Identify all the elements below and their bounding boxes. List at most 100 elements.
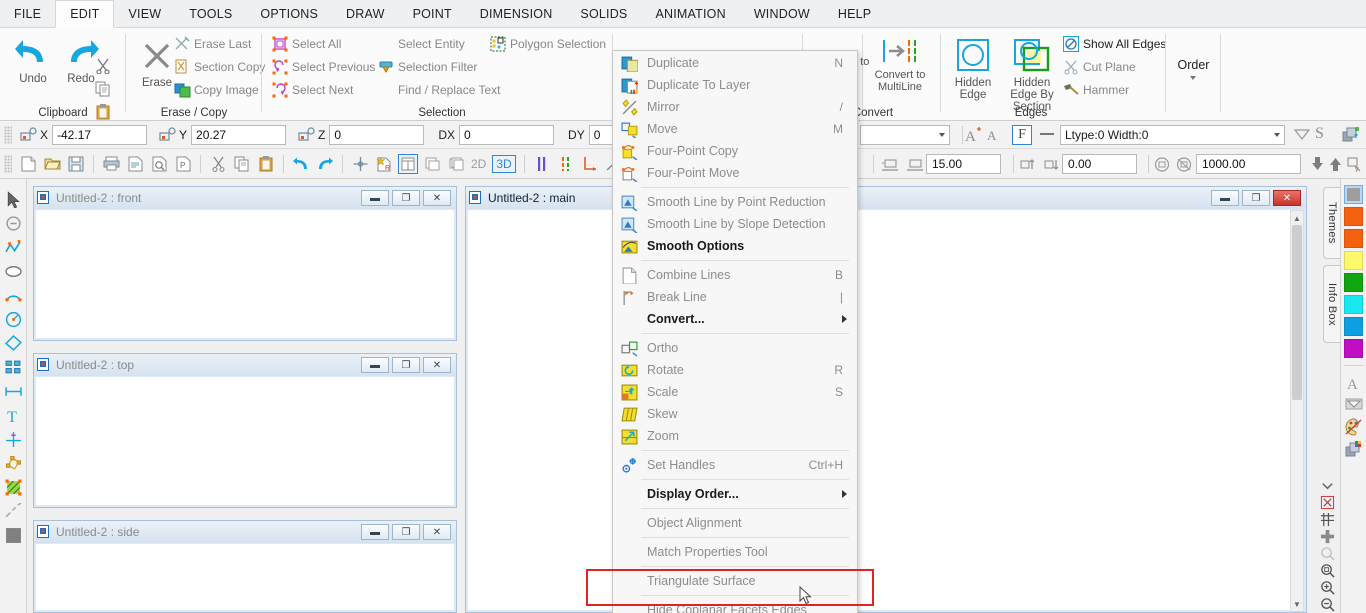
mdi-window-main[interactable]: Untitled-2 : main ▬ ❐ ✕ ▲ ▼ — [465, 186, 1307, 613]
cut-button[interactable] — [95, 58, 111, 77]
menu-item-file[interactable]: FILE — [0, 0, 55, 27]
view-tool-close-x[interactable] — [1316, 494, 1338, 511]
restore-button[interactable]: ❐ — [392, 524, 420, 540]
anchor-icon[interactable] — [20, 126, 38, 143]
font-grow-button[interactable]: A — [964, 126, 982, 147]
snap-S-icon[interactable]: S — [1315, 125, 1324, 143]
coord-input-y[interactable]: 20.27 — [191, 124, 287, 145]
menu-item-four-point-move[interactable]: Four-Point Move — [613, 162, 857, 184]
color-swatch-6[interactable] — [1344, 317, 1363, 336]
dashed-button[interactable] — [556, 154, 576, 174]
menu-item-duplicate-to-layer[interactable]: Duplicate To Layer — [613, 74, 857, 96]
line-style-icon[interactable] — [1040, 133, 1054, 135]
find-replace-text-button[interactable]: Find / Replace Text — [378, 82, 501, 98]
menu-item-smooth-line-by-point-reduction[interactable]: Smooth Line by Point Reduction — [613, 191, 857, 213]
hammer-button[interactable]: Hammer — [1063, 82, 1129, 98]
palette-tool-text-A[interactable]: A — [1344, 372, 1364, 394]
palette-tool-palette[interactable] — [1344, 416, 1364, 438]
tool-diamond[interactable] — [2, 331, 24, 355]
mdi-titlebar[interactable]: Untitled-2 : main ▬ ❐ ✕ — [466, 187, 1306, 209]
section-copy-button[interactable]: Section Copy — [174, 59, 265, 75]
menu-item-duplicate[interactable]: Duplicate N — [613, 52, 857, 74]
copy-button[interactable] — [232, 154, 252, 174]
coord-input-x[interactable]: -42.17 — [52, 124, 148, 145]
tool-arrow-select[interactable] — [2, 187, 24, 211]
minimize-button[interactable]: ▬ — [361, 357, 389, 373]
new-file-button[interactable] — [18, 154, 38, 174]
select-previous-button[interactable]: Select Previous — [272, 59, 375, 75]
view-tool-zoom-in[interactable] — [1316, 579, 1338, 596]
hidden-edge-button[interactable]: Hidden Edge — [947, 38, 999, 101]
drawing-canvas-top[interactable] — [36, 377, 454, 505]
font-shrink-button[interactable]: A — [985, 127, 1001, 146]
drawing-canvas-main[interactable] — [468, 210, 1304, 610]
color-swatch-1[interactable] — [1344, 207, 1363, 226]
menu-item-solids[interactable]: SOLIDS — [566, 0, 641, 27]
erase-last-button[interactable]: Erase Last — [174, 36, 251, 52]
convert-to-multiline-button[interactable]: Convert to MultiLine — [869, 38, 931, 93]
toolbar-gripper[interactable] — [4, 125, 12, 144]
tool-zoom-out[interactable] — [2, 211, 24, 235]
menu-item-triangulate-surface[interactable]: Triangulate Surface — [613, 570, 857, 592]
view-tool-pan[interactable] — [1316, 545, 1338, 562]
save-button[interactable] — [66, 154, 86, 174]
print-setup-button[interactable] — [125, 154, 145, 174]
menu-item-edit[interactable]: EDIT — [55, 0, 115, 28]
cut-button[interactable] — [208, 154, 228, 174]
copy-image-button[interactable]: Copy Image — [174, 82, 259, 98]
menu-item-display-order[interactable]: Display Order... — [613, 483, 857, 505]
linetype-width-select[interactable]: Ltype:0 Width:0 — [1060, 125, 1285, 145]
color-swatch-7[interactable] — [1344, 339, 1363, 358]
close-button[interactable]: ✕ — [423, 357, 451, 373]
color-swatch-0[interactable] — [1344, 185, 1363, 204]
coord-input-dx[interactable]: 0 — [459, 124, 555, 145]
color-swatch-5[interactable] — [1344, 295, 1363, 314]
view-tool-zoom-out[interactable] — [1316, 596, 1338, 613]
menu-item-smooth-options[interactable]: Smooth Options — [613, 235, 857, 257]
mdi-window-front[interactable]: Untitled-2 : front ▬ ❐ ✕ — [33, 186, 457, 341]
layers-button[interactable] — [1342, 126, 1360, 147]
menu-item-match-properties-tool[interactable]: Match Properties Tool — [613, 541, 857, 563]
menu-item-ortho[interactable]: Ortho — [613, 337, 857, 359]
menu-item-help[interactable]: HELP — [824, 0, 885, 27]
print-preview-button[interactable] — [149, 154, 169, 174]
menu-item-dimension[interactable]: DIMENSION — [466, 0, 567, 27]
menu-item-object-alignment[interactable]: Object Alignment — [613, 512, 857, 534]
drawing-canvas-side[interactable] — [36, 544, 454, 610]
tool-circle[interactable] — [2, 307, 24, 331]
order-label[interactable]: Order — [1166, 58, 1221, 72]
close-button[interactable]: ✕ — [423, 190, 451, 206]
menu-item-move[interactable]: Move M — [613, 118, 857, 140]
color-swatch-4[interactable] — [1344, 273, 1363, 292]
text-height-up-button[interactable] — [905, 154, 925, 174]
print-button[interactable] — [101, 154, 121, 174]
tab-info-box[interactable]: Info Box — [1323, 265, 1340, 343]
selection-filter-button[interactable]: Selection Filter — [378, 59, 477, 75]
copy-button[interactable] — [95, 81, 113, 100]
style-select[interactable] — [860, 125, 950, 145]
mode-3d-button[interactable]: 3D — [492, 154, 516, 173]
scrollbar-thumb[interactable] — [1292, 225, 1302, 400]
view-tool-grid[interactable] — [1316, 511, 1338, 528]
show-all-edges-button[interactable]: Show All Edges — [1063, 36, 1166, 52]
tool-polyline[interactable] — [2, 235, 24, 259]
mdi-titlebar[interactable]: Untitled-2 : front ▬ ❐ ✕ — [34, 187, 456, 209]
polygon-selection-button[interactable]: Polygon Selection — [490, 36, 606, 52]
menu-item-set-handles[interactable]: Set Handles Ctrl+H — [613, 454, 857, 476]
mdi-window-side[interactable]: Untitled-2 : side ▬ ❐ ✕ — [33, 520, 457, 613]
mdi-titlebar[interactable]: Untitled-2 : side ▬ ❐ ✕ — [34, 521, 456, 543]
menu-item-hide-coplanar-facets-edges[interactable]: Hide Coplanar Facets Edges — [613, 599, 857, 613]
coord-input-z[interactable]: 0 — [329, 124, 425, 145]
menu-item-combine-lines[interactable]: Combine Lines B — [613, 264, 857, 286]
window-cascade-button[interactable] — [422, 154, 442, 174]
send-up-button[interactable] — [1326, 154, 1346, 174]
tool-point-cross[interactable] — [2, 427, 24, 451]
drawing-canvas-front[interactable] — [36, 210, 454, 338]
tool-ellipse[interactable] — [2, 259, 24, 283]
color-swatch-2[interactable] — [1344, 229, 1363, 248]
text-height-down-button[interactable] — [880, 154, 900, 174]
text-height-input[interactable]: 15.00 — [926, 154, 1001, 174]
window-arrange-button[interactable] — [446, 154, 466, 174]
cut-plane-button[interactable]: Cut Plane — [1063, 59, 1136, 75]
open-file-button[interactable] — [42, 154, 62, 174]
